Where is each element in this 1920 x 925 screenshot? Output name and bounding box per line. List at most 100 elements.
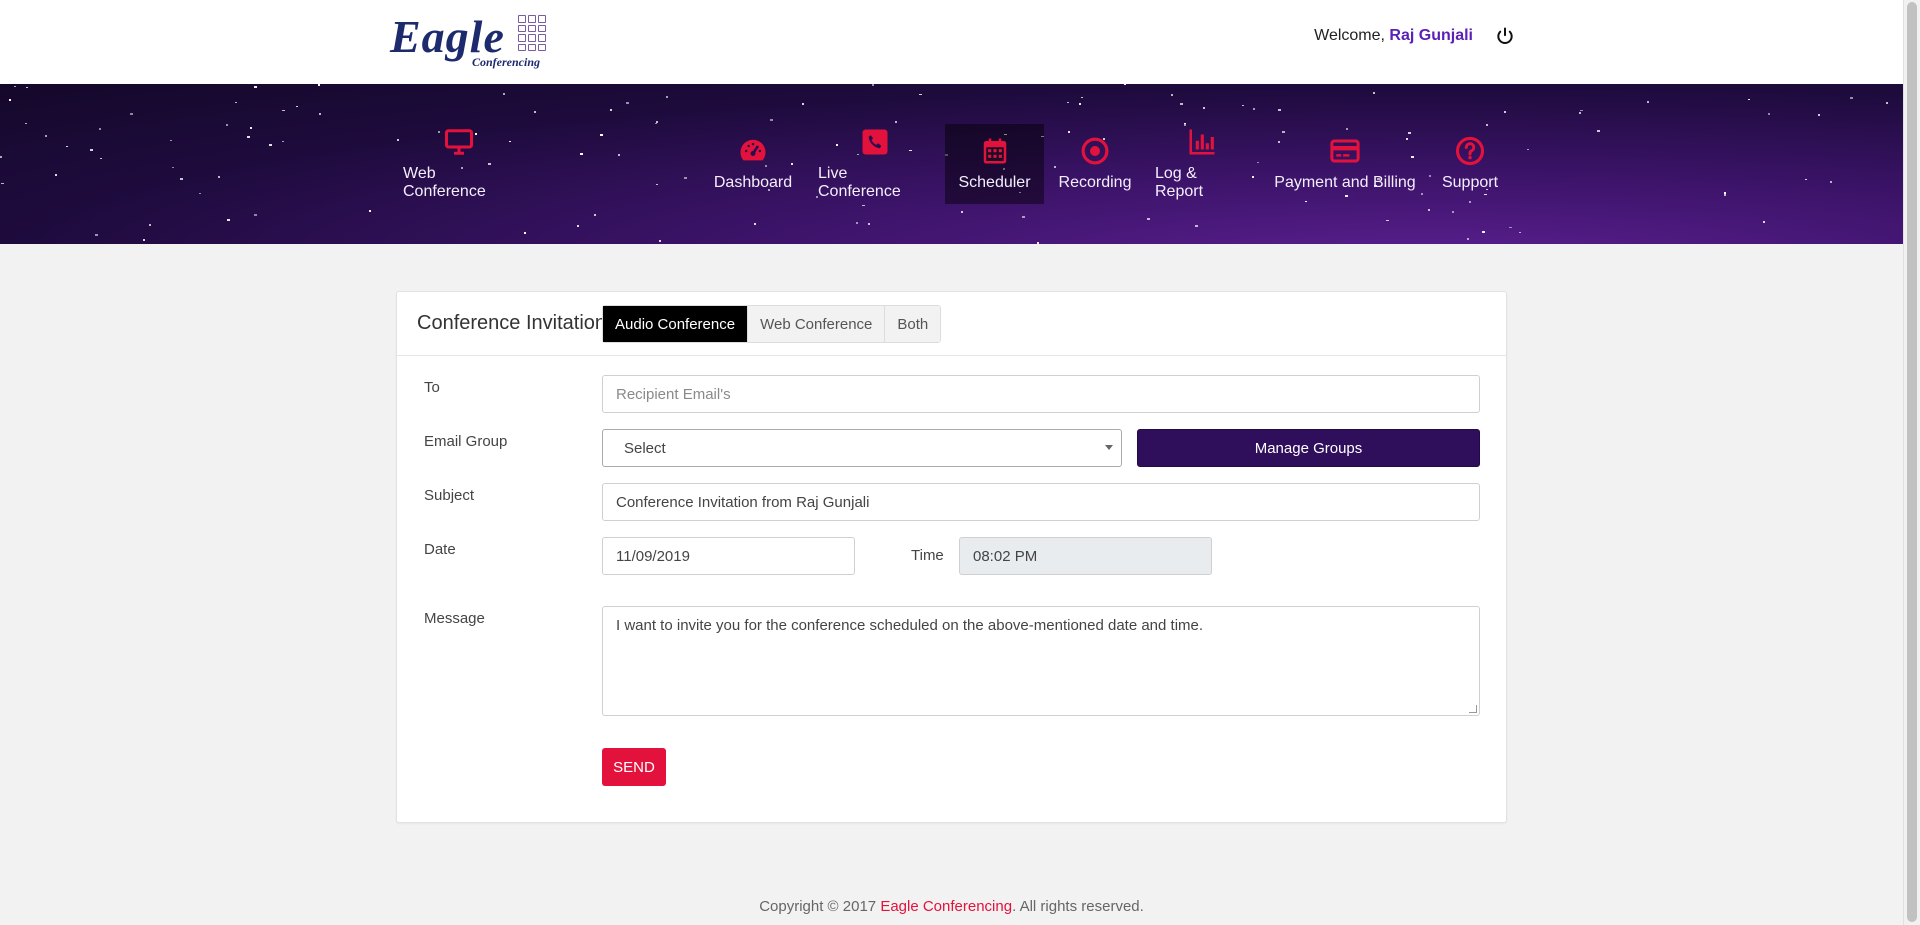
star xyxy=(100,158,102,159)
footer: Copyright © 2017 Eagle Conferencing. All… xyxy=(0,898,1903,915)
manage-groups-button[interactable]: Manage Groups xyxy=(1137,429,1480,467)
phone-icon xyxy=(862,129,888,155)
star xyxy=(227,219,230,221)
star xyxy=(26,87,28,88)
credit-card-icon xyxy=(1330,139,1360,163)
star xyxy=(282,141,284,142)
card-title: Conference Invitation xyxy=(417,312,607,334)
welcome-message: Welcome, Raj Gunjali xyxy=(1314,27,1473,45)
nav-scheduler[interactable]: Scheduler xyxy=(945,124,1044,204)
star xyxy=(45,135,47,137)
tab-both[interactable]: Both xyxy=(885,306,941,342)
nav-payment-billing-label: Payment and Billing xyxy=(1274,174,1416,191)
star xyxy=(610,109,612,111)
star xyxy=(1850,97,1853,99)
nav-log-report[interactable]: Log & Report xyxy=(1155,84,1249,244)
star xyxy=(1886,102,1888,104)
star xyxy=(235,102,237,103)
star xyxy=(1054,166,1056,168)
nav-web-conference-label: Web Conference xyxy=(403,165,486,200)
nav-scheduler-label: Scheduler xyxy=(958,174,1031,191)
star xyxy=(1,183,4,184)
resize-handle-icon[interactable] xyxy=(1469,705,1477,713)
star xyxy=(684,177,687,179)
star xyxy=(659,240,661,242)
star xyxy=(170,140,172,141)
star xyxy=(577,225,579,227)
power-icon[interactable] xyxy=(1495,26,1515,46)
star xyxy=(1527,149,1529,150)
star xyxy=(600,134,603,136)
user-name[interactable]: Raj Gunjali xyxy=(1389,27,1473,44)
main-navigation: Web Conference Dashboard Live Conference… xyxy=(0,84,1903,244)
star xyxy=(95,234,98,236)
star xyxy=(594,214,596,216)
tab-audio-conference[interactable]: Audio Conference xyxy=(603,306,749,342)
star xyxy=(1147,218,1150,220)
page-scrollbar[interactable] xyxy=(1903,0,1920,925)
star xyxy=(1509,227,1512,228)
message-textarea[interactable]: I want to invite you for the conference … xyxy=(602,606,1480,716)
logo-word: Eagle xyxy=(390,11,505,62)
star xyxy=(1519,232,1521,233)
star xyxy=(130,113,133,115)
star xyxy=(1022,216,1025,218)
star xyxy=(1830,181,1832,183)
star xyxy=(218,176,220,178)
star xyxy=(199,193,201,194)
subject-input[interactable]: Conference Invitation from Raj Gunjali xyxy=(602,483,1480,521)
chevron-down-icon xyxy=(1105,445,1113,450)
star xyxy=(534,111,536,113)
star xyxy=(254,214,257,216)
star xyxy=(626,102,629,104)
star xyxy=(250,127,252,129)
star xyxy=(961,211,963,213)
star xyxy=(656,184,658,185)
star xyxy=(319,113,321,115)
star xyxy=(99,128,101,130)
nav-support[interactable]: Support xyxy=(1440,84,1500,244)
star xyxy=(226,124,228,126)
nav-log-report-label: Log & Report xyxy=(1155,165,1204,200)
star xyxy=(1805,179,1807,180)
help-icon xyxy=(1455,136,1485,166)
date-input[interactable]: 11/09/2019 xyxy=(602,537,855,575)
record-icon xyxy=(1081,137,1109,165)
email-group-selected: Select xyxy=(624,439,666,457)
nav-recording-label: Recording xyxy=(1058,174,1132,191)
star xyxy=(9,99,11,101)
nav-web-conference[interactable]: Web Conference xyxy=(403,84,515,244)
star xyxy=(580,153,583,155)
tab-web-conference[interactable]: Web Conference xyxy=(748,306,886,342)
top-bar: Eagle Conferencing Welcome, Raj Gunjali xyxy=(0,0,1903,84)
star xyxy=(1724,194,1726,196)
email-group-label: Email Group xyxy=(424,433,508,450)
star xyxy=(1421,193,1423,195)
nav-support-label: Support xyxy=(1441,174,1499,191)
recipient-email-input[interactable]: Recipient Email's xyxy=(602,375,1480,413)
star xyxy=(254,86,257,88)
nav-payment-billing[interactable]: Payment and Billing xyxy=(1270,84,1420,244)
email-group-select[interactable]: Select xyxy=(602,429,1122,467)
star xyxy=(149,224,151,226)
eagle-logo[interactable]: Eagle Conferencing xyxy=(390,13,550,71)
scrollbar-thumb[interactable] xyxy=(1907,2,1917,922)
nav-recording[interactable]: Recording xyxy=(1057,84,1133,244)
copyright-text: Copyright © 2017 xyxy=(759,898,877,915)
monitor-icon xyxy=(445,129,473,155)
star xyxy=(172,167,174,168)
star xyxy=(656,121,658,123)
nav-dashboard[interactable]: Dashboard xyxy=(713,84,793,244)
star xyxy=(655,123,657,124)
star xyxy=(269,144,272,146)
send-button[interactable]: SEND xyxy=(602,748,666,786)
nav-live-conference[interactable]: Live Conference xyxy=(818,84,932,244)
star xyxy=(296,106,298,107)
star xyxy=(1429,175,1431,177)
time-input[interactable]: 08:02 PM xyxy=(959,537,1212,575)
star xyxy=(90,149,93,151)
star xyxy=(66,146,68,147)
star xyxy=(1252,176,1254,178)
footer-brand-link[interactable]: Eagle Conferencing xyxy=(880,898,1012,915)
calendar-icon xyxy=(983,138,1006,164)
